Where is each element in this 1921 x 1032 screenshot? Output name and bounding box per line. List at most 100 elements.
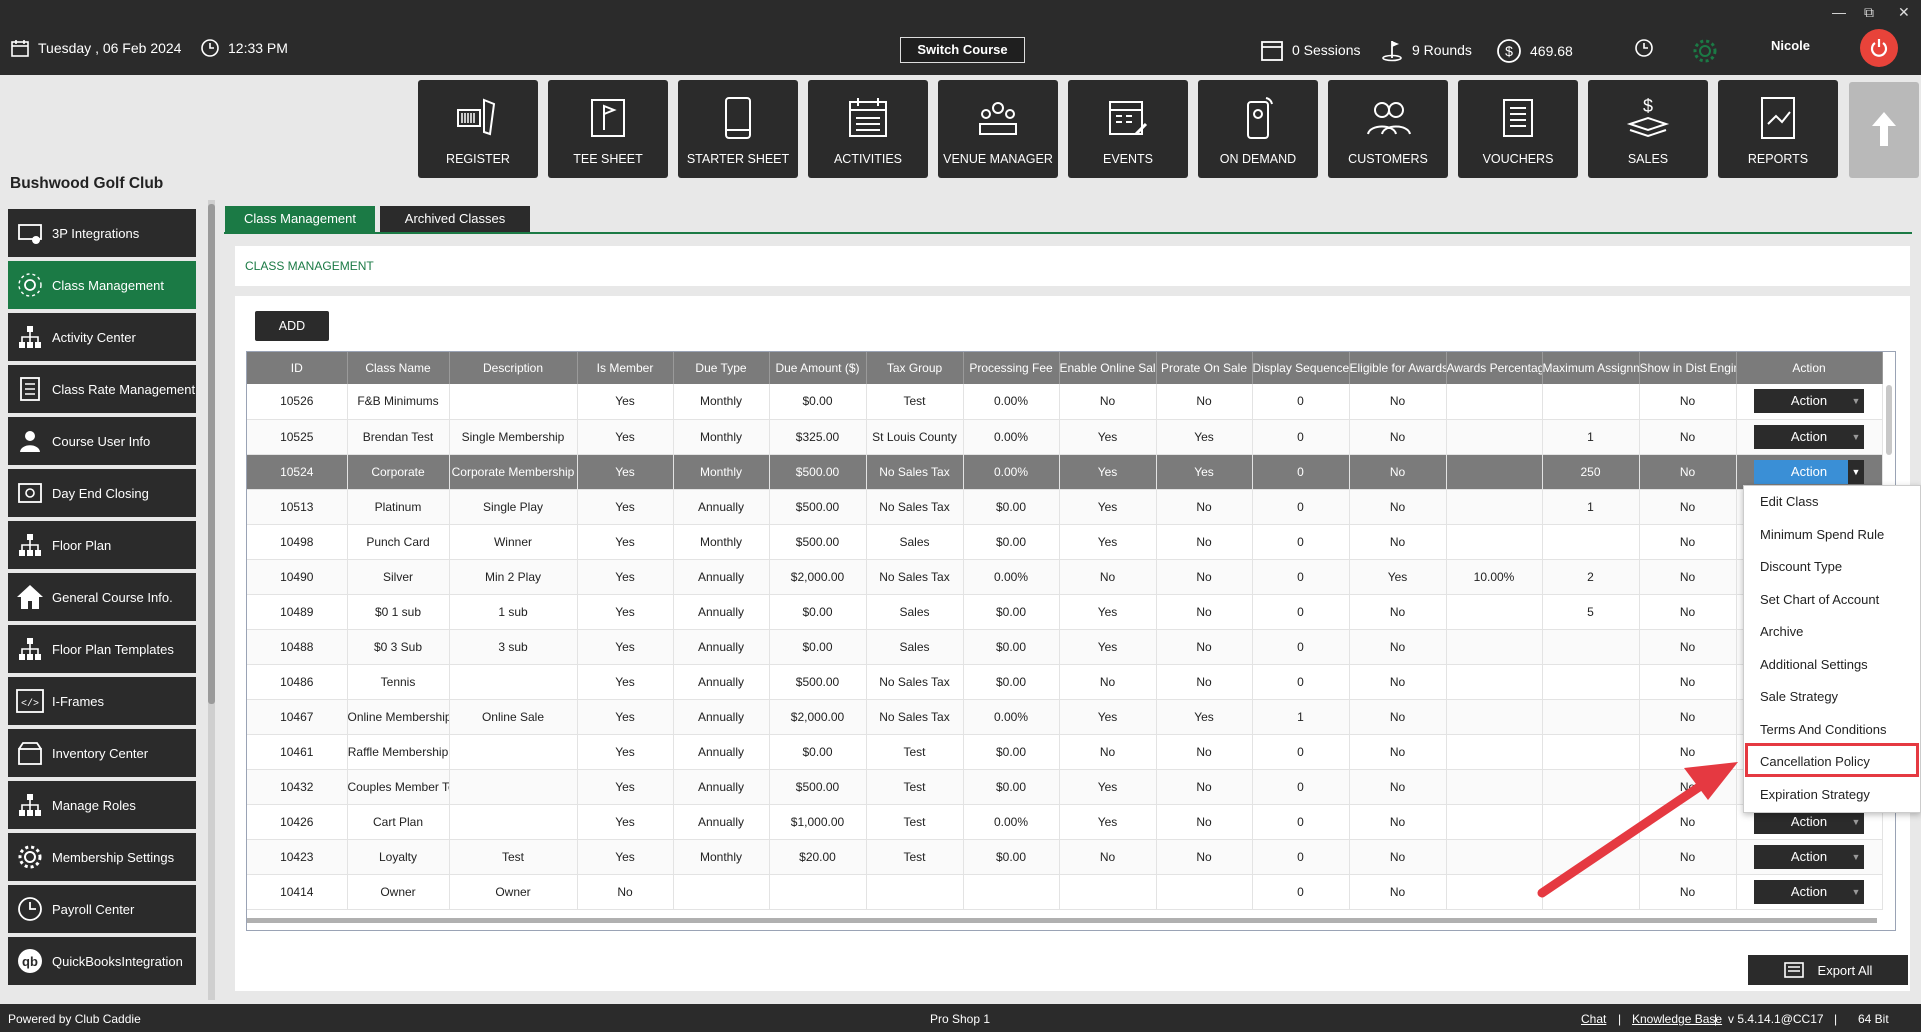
chat-link[interactable]: Chat xyxy=(1581,1012,1606,1026)
export-all-button[interactable]: Export All xyxy=(1748,955,1908,985)
column-header[interactable]: Show in Dist Engine xyxy=(1639,352,1737,384)
sidebar-item-day-end-closing[interactable]: Day End Closing xyxy=(8,469,196,517)
table-row[interactable]: 10461 Raffle Membership Yes Annually $0.00 Te… xyxy=(247,734,1883,770)
table-row[interactable]: 10526 F&B Minimums Yes Monthly $0.00 Test 0.00… xyxy=(247,384,1883,420)
action-button[interactable]: Action ▼ xyxy=(1754,844,1864,869)
power-button[interactable] xyxy=(1860,29,1898,67)
sidebar-item-3p-integrations[interactable]: 3P Integrations xyxy=(8,209,196,257)
column-header[interactable]: Eligible for Awards xyxy=(1349,352,1447,384)
sidebar-item-course-user-info[interactable]: Course User Info xyxy=(8,417,196,465)
nav-sales[interactable]: $ SALES xyxy=(1588,80,1708,178)
balance-display[interactable]: $ 469.68 xyxy=(1496,38,1573,64)
chevron-down-icon[interactable]: ▼ xyxy=(1848,880,1864,904)
table-row[interactable]: 10490 Silver Min 2 Play Yes Annually $2,000.0… xyxy=(247,559,1883,595)
nav-events[interactable]: EVENTS xyxy=(1068,80,1188,178)
nav-tee-sheet[interactable]: TEE SHEET xyxy=(548,80,668,178)
sidebar-item-payroll-center[interactable]: Payroll Center xyxy=(8,885,196,933)
sidebar-item-class-management[interactable]: Class Management xyxy=(8,261,196,309)
rounds-display[interactable]: 9 Rounds xyxy=(1380,38,1472,62)
add-button[interactable]: ADD xyxy=(255,311,329,341)
sidebar-item-class-rate-management[interactable]: Class Rate Management xyxy=(8,365,196,413)
column-header[interactable]: Enable Online Sale xyxy=(1059,352,1157,384)
grid-vertical-scrollbar[interactable] xyxy=(1886,385,1892,455)
column-header[interactable]: Processing Fee xyxy=(963,352,1060,384)
sidebar-item-activity-center[interactable]: Activity Center xyxy=(8,313,196,361)
sidebar-item-iframes[interactable]: </> I-Frames xyxy=(8,677,196,725)
action-button[interactable]: Action ▼ xyxy=(1754,809,1864,834)
table-row[interactable]: 10525 Brendan Test Single Membership Yes Mon… xyxy=(247,419,1883,455)
minimize-icon[interactable]: — xyxy=(1832,4,1846,20)
column-header[interactable]: Class Name xyxy=(347,352,450,384)
column-header[interactable]: Is Member xyxy=(577,352,674,384)
sidebar-item-membership-settings[interactable]: Membership Settings xyxy=(8,833,196,881)
knowledge-base-link[interactable]: Knowledge Base xyxy=(1632,1012,1722,1026)
sidebar-item-inventory-center[interactable]: Inventory Center xyxy=(8,729,196,777)
switch-course-button[interactable]: Switch Course xyxy=(900,37,1025,63)
settings-button[interactable] xyxy=(1692,38,1718,64)
menu-item[interactable]: Additional Settings xyxy=(1744,649,1920,682)
column-header[interactable]: Prorate On Sale xyxy=(1156,352,1253,384)
column-header[interactable]: ID xyxy=(247,352,348,384)
sidebar-item-floor-plan[interactable]: Floor Plan xyxy=(8,521,196,569)
close-icon[interactable]: ✕ xyxy=(1898,4,1910,21)
column-header[interactable]: Due Type xyxy=(673,352,770,384)
menu-item[interactable]: Archive xyxy=(1744,616,1920,649)
table-cell: Annually xyxy=(673,664,770,700)
table-row[interactable]: 10414 Owner Owner No 0 No No Action ▼ xyxy=(247,874,1883,910)
column-header[interactable]: Display Sequence xyxy=(1252,352,1350,384)
table-row[interactable]: 10513 Platinum Single Play Yes Annually $500.… xyxy=(247,489,1883,525)
menu-item[interactable]: Edit Class xyxy=(1744,486,1920,519)
nav-venue-manager[interactable]: VENUE MANAGER xyxy=(938,80,1058,178)
restore-icon[interactable]: ⧉ xyxy=(1864,4,1874,21)
column-header[interactable]: Description xyxy=(449,352,578,384)
column-header[interactable]: Action xyxy=(1736,352,1883,384)
column-header[interactable]: Due Amount ($) xyxy=(769,352,867,384)
table-row[interactable]: 10426 Cart Plan Yes Annually $1,000.00 Test 0.… xyxy=(247,804,1883,840)
table-row[interactable]: 10488 $0 3 Sub 3 sub Yes Annually $0.00 Sales $… xyxy=(247,629,1883,665)
nav-vouchers[interactable]: VOUCHERS xyxy=(1458,80,1578,178)
table-row[interactable]: 10432Couples Member TestYesAnnually$500.… xyxy=(247,769,1883,805)
nav-customers[interactable]: CUSTOMERS xyxy=(1328,80,1448,178)
user-name[interactable]: Nicole xyxy=(1771,38,1810,53)
action-button[interactable]: Action ▼ xyxy=(1754,459,1864,484)
menu-item[interactable]: Terms And Conditions xyxy=(1744,714,1920,747)
chevron-down-icon[interactable]: ▼ xyxy=(1848,389,1864,413)
nav-activities[interactable]: ACTIVITIES xyxy=(808,80,928,178)
chevron-down-icon[interactable]: ▼ xyxy=(1848,459,1864,484)
sidebar-item-quickbooks-integration[interactable]: qb QuickBooksIntegration xyxy=(8,937,196,985)
menu-item[interactable]: Minimum Spend Rule xyxy=(1744,519,1920,552)
chevron-down-icon[interactable]: ▼ xyxy=(1848,810,1864,834)
table-row[interactable]: 10524 Corporate Corporate Membership Yes Mon… xyxy=(247,454,1883,490)
table-row[interactable]: 10486 Tennis Yes Annually $500.00 No Sales Ta… xyxy=(247,664,1883,700)
action-button[interactable]: Action ▼ xyxy=(1754,424,1864,449)
column-header[interactable]: Maximum Assignment xyxy=(1542,352,1640,384)
nav-on-demand[interactable]: ON DEMAND xyxy=(1198,80,1318,178)
chevron-down-icon[interactable]: ▼ xyxy=(1848,425,1864,449)
action-button[interactable]: Action ▼ xyxy=(1754,389,1864,414)
tab-archived-classes[interactable]: Archived Classes xyxy=(380,206,530,232)
sidebar-item-general-course-info[interactable]: General Course Info. xyxy=(8,573,196,621)
nav-reports[interactable]: REPORTS xyxy=(1718,80,1838,178)
history-button[interactable] xyxy=(1634,38,1654,58)
nav-register[interactable]: REGISTER xyxy=(418,80,538,178)
menu-item[interactable]: Set Chart of Account xyxy=(1744,584,1920,617)
column-header[interactable]: Awards Percentage xyxy=(1446,352,1543,384)
scroll-up-button[interactable] xyxy=(1849,82,1919,178)
table-row[interactable]: 10423 Loyalty Test Yes Monthly $20.00 Test $0.0… xyxy=(247,839,1883,875)
table-row[interactable]: 10489 $0 1 sub 1 sub Yes Annually $0.00 Sales $… xyxy=(247,594,1883,630)
nav-starter-sheet[interactable]: STARTER SHEET xyxy=(678,80,798,178)
chevron-down-icon[interactable]: ▼ xyxy=(1848,845,1864,869)
sidebar-scroll-thumb[interactable] xyxy=(208,204,215,704)
menu-item[interactable]: Discount Type xyxy=(1744,551,1920,584)
tab-class-management[interactable]: Class Management xyxy=(225,206,375,232)
action-button[interactable]: Action ▼ xyxy=(1754,879,1864,904)
menu-item[interactable]: Sale Strategy xyxy=(1744,681,1920,714)
menu-item[interactable]: Expiration Strategy xyxy=(1744,779,1920,812)
sessions-display[interactable]: 0 Sessions xyxy=(1260,38,1360,62)
table-row[interactable]: 10498 Punch Card Winner Yes Monthly $500.00 Sa… xyxy=(247,524,1883,560)
table-row[interactable]: 10467 Online Membership Online Sale Yes Annu… xyxy=(247,699,1883,735)
sidebar-item-manage-roles[interactable]: Manage Roles xyxy=(8,781,196,829)
column-header[interactable]: Tax Group xyxy=(866,352,964,384)
sidebar-item-floor-plan-templates[interactable]: Floor Plan Templates xyxy=(8,625,196,673)
grid-horizontal-scrollbar[interactable] xyxy=(247,918,1877,923)
